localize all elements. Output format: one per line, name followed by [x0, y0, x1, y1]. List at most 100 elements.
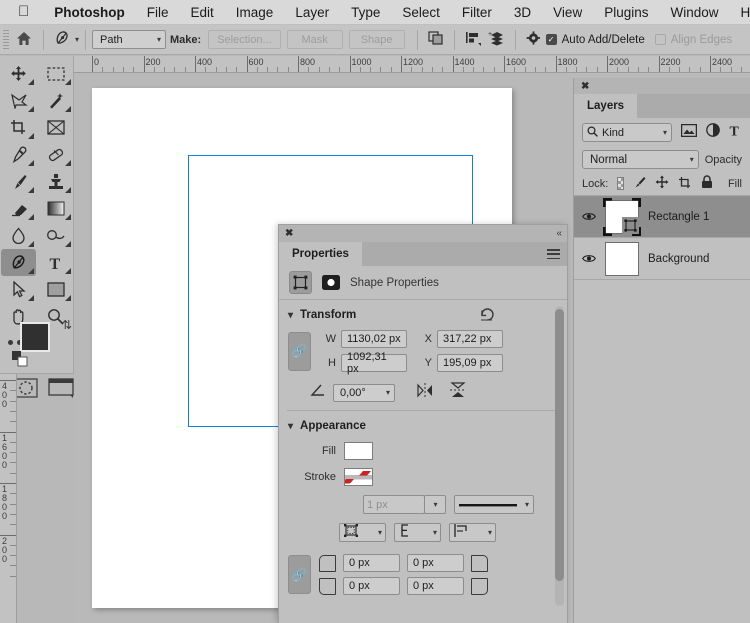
mask-properties-icon[interactable] — [320, 274, 342, 291]
eyedropper-tool[interactable] — [1, 141, 36, 168]
gradient-tool[interactable] — [38, 195, 73, 222]
height-input[interactable]: 1092,31 px — [341, 351, 407, 375]
layer-row-background[interactable]: Background — [574, 238, 750, 280]
fill-color-swatch[interactable] — [344, 442, 373, 460]
transform-section-header[interactable]: ▾ Transform — [279, 300, 567, 328]
screen-mode-icon[interactable] — [48, 378, 74, 403]
menu-item-edit[interactable]: Edit — [180, 5, 225, 20]
path-arrangement-icon[interactable]: + — [485, 30, 509, 49]
link-wh-icon[interactable]: 🔗 — [288, 331, 311, 371]
layer-name[interactable]: Rectangle 1 — [648, 211, 709, 223]
spot-healing-brush-tool[interactable] — [38, 141, 73, 168]
apple-logo-icon[interactable]:  — [0, 4, 43, 19]
make-selection-button[interactable]: Selection... — [208, 30, 281, 49]
layer-thumbnail[interactable] — [603, 197, 641, 236]
crop-tool[interactable] — [1, 114, 36, 141]
move-tool[interactable] — [1, 60, 36, 87]
stroke-align-select[interactable]: ▾ — [339, 523, 386, 542]
menu-item-image[interactable]: Image — [225, 5, 285, 20]
menu-app-name[interactable]: Photoshop — [43, 5, 136, 20]
blend-mode-select[interactable]: Normal ▾ — [582, 150, 699, 169]
corner-radius-bottom-left-input[interactable]: 0 px — [343, 577, 400, 595]
width-input[interactable]: 1130,02 px — [341, 330, 407, 348]
corner-radius-top-left-input[interactable]: 0 px — [343, 554, 400, 572]
tool-preset-chevron-down-icon[interactable]: ▾ — [75, 35, 79, 44]
x-input[interactable]: 317,22 px — [437, 330, 503, 348]
corner-radius-bottom-right-input[interactable]: 0 px — [407, 577, 464, 595]
stroke-style-select[interactable]: ▾ — [454, 495, 534, 514]
no-color-stroke-icon[interactable] — [342, 468, 373, 486]
layer-name[interactable]: Background — [648, 253, 709, 265]
layer-visibility-icon[interactable] — [582, 211, 596, 222]
lasso-tool[interactable] — [1, 87, 36, 114]
path-operations-icon[interactable] — [424, 30, 448, 49]
properties-scrollbar[interactable] — [555, 306, 564, 606]
stroke-cap-select[interactable]: ▾ — [394, 523, 441, 542]
quick-mask-icon[interactable] — [14, 378, 38, 403]
lock-all-icon[interactable] — [701, 175, 713, 192]
align-edges-checkbox[interactable] — [654, 34, 666, 45]
menu-item-select[interactable]: Select — [391, 5, 451, 20]
tab-properties[interactable]: Properties — [279, 242, 362, 266]
home-icon[interactable] — [11, 31, 37, 49]
make-mask-button[interactable]: Mask — [286, 30, 343, 49]
foreground-color-swatch[interactable] — [20, 322, 50, 352]
link-corners-icon[interactable]: 🔗 — [288, 555, 311, 594]
blur-tool[interactable] — [1, 222, 36, 249]
clone-stamp-tool[interactable] — [38, 168, 73, 195]
frame-tool[interactable] — [38, 114, 73, 141]
flip-vertical-icon[interactable] — [449, 381, 467, 404]
menu-item-plugins[interactable]: Plugins — [593, 5, 659, 20]
brush-tool[interactable] — [1, 168, 36, 195]
filter-kind-select[interactable]: Kind ▾ — [582, 123, 672, 142]
path-alignment-icon[interactable] — [461, 30, 485, 49]
stroke-corner-select[interactable]: ▾ — [449, 523, 496, 542]
pen-tool[interactable] — [1, 249, 36, 276]
corner-radius-top-right-input[interactable]: 0 px — [407, 554, 464, 572]
menu-item-3d[interactable]: 3D — [503, 5, 542, 20]
eraser-tool[interactable] — [1, 195, 36, 222]
menu-item-layer[interactable]: Layer — [284, 5, 340, 20]
make-shape-button[interactable]: Shape — [348, 30, 405, 49]
horizontal-ruler[interactable]: 0 200 400 600 800 1000 1200 1400 1600 1800 2000 220… — [74, 56, 750, 73]
filter-adjustment-layers-icon[interactable] — [706, 123, 720, 142]
menu-item-help[interactable]: Help — [730, 5, 750, 20]
stroke-width-chevron-down-icon[interactable]: ▾ — [424, 495, 446, 514]
pen-tool-icon[interactable] — [50, 30, 74, 50]
reset-transform-icon[interactable] — [480, 307, 495, 324]
gear-icon[interactable] — [522, 30, 546, 49]
options-bar-grip[interactable] — [0, 25, 11, 55]
menu-item-window[interactable]: Window — [659, 5, 729, 20]
magic-wand-tool[interactable] — [38, 87, 73, 114]
lock-position-icon[interactable] — [655, 175, 669, 192]
flip-horizontal-icon[interactable] — [415, 382, 435, 403]
panel-menu-icon[interactable] — [547, 249, 560, 259]
default-colors-icon[interactable] — [12, 351, 28, 372]
angle-input[interactable]: 0,00° ▾ — [333, 383, 395, 402]
close-icon[interactable]: ✖ — [285, 228, 293, 239]
menu-item-file[interactable]: File — [136, 5, 180, 20]
menu-item-view[interactable]: View — [542, 5, 593, 20]
type-tool[interactable]: T — [38, 249, 73, 276]
collapse-panel-icon[interactable]: « — [556, 228, 561, 239]
layer-row-rectangle-1[interactable]: Rectangle 1 — [574, 196, 750, 238]
dodge-tool[interactable] — [38, 222, 73, 249]
tab-layers[interactable]: Layers — [574, 94, 638, 118]
y-input[interactable]: 195,09 px — [437, 354, 503, 372]
path-selection-tool[interactable] — [1, 276, 36, 303]
swap-colors-icon[interactable]: ⇅ — [62, 318, 72, 332]
filter-pixel-layers-icon[interactable] — [680, 123, 698, 142]
lock-artboard-nesting-icon[interactable] — [678, 176, 692, 192]
appearance-section-header[interactable]: ▾ Appearance — [279, 411, 567, 439]
layer-visibility-icon[interactable] — [582, 253, 596, 264]
auto-add-delete-checkbox[interactable]: ✓ — [545, 34, 557, 45]
vertical-ruler[interactable]: 400 1600 1800 200 — [0, 374, 17, 623]
layer-thumbnail[interactable] — [605, 241, 639, 276]
rectangle-tool[interactable] — [38, 276, 73, 303]
filter-type-layers-icon[interactable]: T — [729, 123, 742, 142]
lock-transparent-pixels-icon[interactable] — [617, 177, 624, 190]
menu-item-filter[interactable]: Filter — [451, 5, 503, 20]
shape-properties-icon[interactable] — [289, 271, 312, 294]
lock-image-pixels-icon[interactable] — [633, 176, 646, 192]
stroke-width-input[interactable]: 1 px — [363, 495, 425, 514]
